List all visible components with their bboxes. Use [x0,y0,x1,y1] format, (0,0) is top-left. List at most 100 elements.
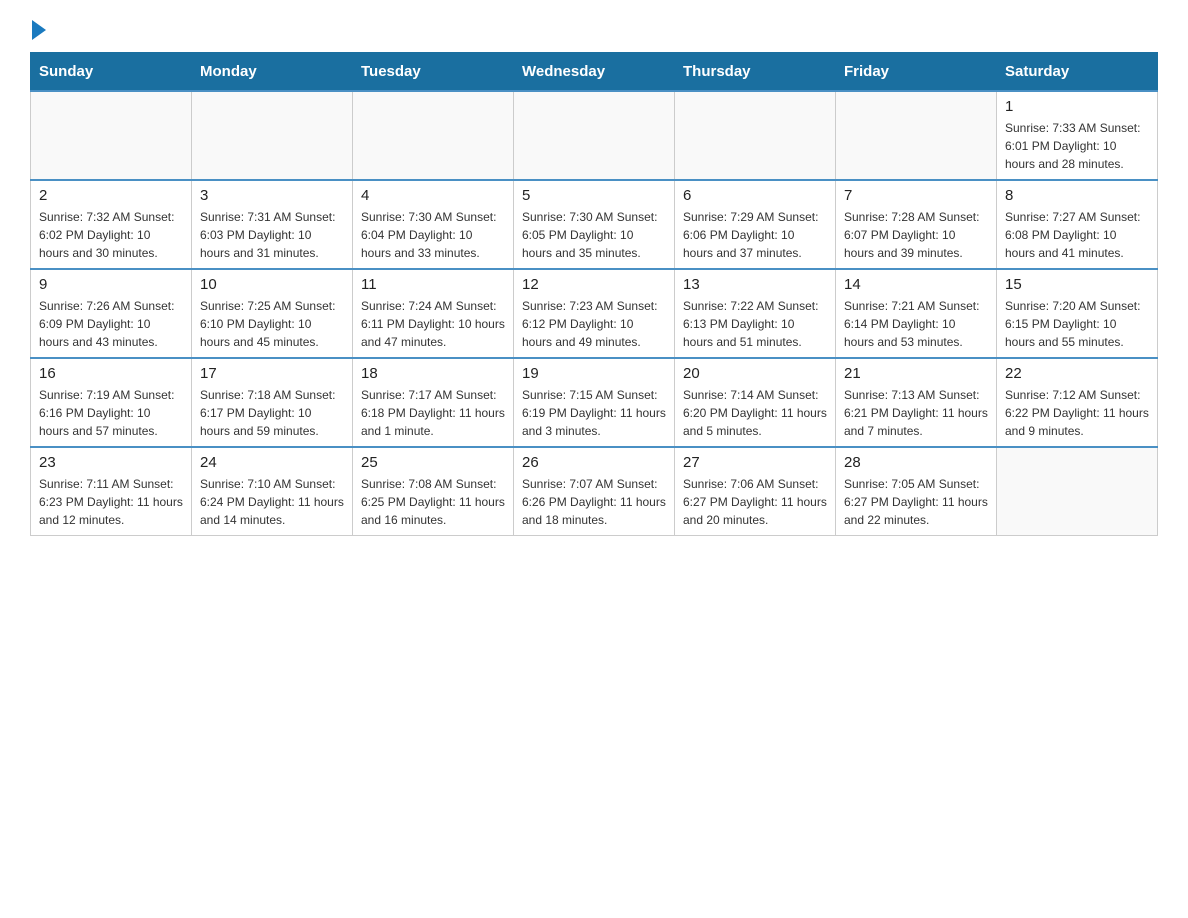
calendar-cell: 24 Sunrise: 7:10 AM Sunset: 6:24 PM Dayli… [192,447,353,536]
weekday-header-wednesday: Wednesday [514,53,675,92]
calendar-week-row: 1 Sunrise: 7:33 AM Sunset: 6:01 PM Daylig… [31,91,1158,180]
calendar-cell: 20 Sunrise: 7:14 AM Sunset: 6:20 PM Dayli… [675,358,836,447]
calendar-cell: 15 Sunrise: 7:20 AM Sunset: 6:15 PM Dayli… [997,269,1158,358]
calendar-cell [675,91,836,180]
calendar-cell: 25 Sunrise: 7:08 AM Sunset: 6:25 PM Dayli… [353,447,514,536]
day-number: 15 [1005,276,1149,293]
day-number: 12 [522,276,666,293]
day-number: 18 [361,365,505,382]
calendar-cell [514,91,675,180]
weekday-header-sunday: Sunday [31,53,192,92]
calendar-cell: 6 Sunrise: 7:29 AM Sunset: 6:06 PM Daylig… [675,180,836,269]
calendar-cell: 19Sunrise: 7:15 AM Sunset: 6:19 PM Dayli… [514,358,675,447]
day-number: 5 [522,187,666,204]
day-number: 16 [39,365,183,382]
calendar-table: SundayMondayTuesdayWednesdayThursdayFrid… [30,52,1158,536]
day-info: Sunrise: 7:32 AM Sunset: 6:02 PM Dayligh… [39,208,183,262]
weekday-header-friday: Friday [836,53,997,92]
day-number: 9 [39,276,183,293]
calendar-cell: 17Sunrise: 7:18 AM Sunset: 6:17 PM Dayli… [192,358,353,447]
calendar-cell: 2 Sunrise: 7:32 AM Sunset: 6:02 PM Daylig… [31,180,192,269]
day-info: Sunrise: 7:21 AM Sunset: 6:14 PM Dayligh… [844,297,988,351]
calendar-cell: 4 Sunrise: 7:30 AM Sunset: 6:04 PM Daylig… [353,180,514,269]
page-header [30,20,1158,36]
day-info: Sunrise: 7:10 AM Sunset: 6:24 PM Dayligh… [200,475,344,529]
day-number: 23 [39,454,183,471]
day-info: Sunrise: 7:05 AM Sunset: 6:27 PM Dayligh… [844,475,988,529]
calendar-cell: 11Sunrise: 7:24 AM Sunset: 6:11 PM Dayli… [353,269,514,358]
day-info: Sunrise: 7:31 AM Sunset: 6:03 PM Dayligh… [200,208,344,262]
day-info: Sunrise: 7:06 AM Sunset: 6:27 PM Dayligh… [683,475,827,529]
calendar-cell: 8 Sunrise: 7:27 AM Sunset: 6:08 PM Daylig… [997,180,1158,269]
weekday-header-tuesday: Tuesday [353,53,514,92]
day-info: Sunrise: 7:19 AM Sunset: 6:16 PM Dayligh… [39,386,183,440]
weekday-header-monday: Monday [192,53,353,92]
day-info: Sunrise: 7:27 AM Sunset: 6:08 PM Dayligh… [1005,208,1149,262]
day-number: 25 [361,454,505,471]
day-number: 26 [522,454,666,471]
day-number: 27 [683,454,827,471]
day-info: Sunrise: 7:33 AM Sunset: 6:01 PM Dayligh… [1005,119,1149,173]
weekday-header-saturday: Saturday [997,53,1158,92]
day-number: 7 [844,187,988,204]
day-info: Sunrise: 7:30 AM Sunset: 6:05 PM Dayligh… [522,208,666,262]
calendar-cell: 22 Sunrise: 7:12 AM Sunset: 6:22 PM Dayli… [997,358,1158,447]
day-info: Sunrise: 7:25 AM Sunset: 6:10 PM Dayligh… [200,297,344,351]
calendar-cell [192,91,353,180]
day-number: 28 [844,454,988,471]
day-info: Sunrise: 7:12 AM Sunset: 6:22 PM Dayligh… [1005,386,1149,440]
day-number: 21 [844,365,988,382]
day-info: Sunrise: 7:30 AM Sunset: 6:04 PM Dayligh… [361,208,505,262]
day-info: Sunrise: 7:24 AM Sunset: 6:11 PM Dayligh… [361,297,505,351]
calendar-cell: 14 Sunrise: 7:21 AM Sunset: 6:14 PM Dayli… [836,269,997,358]
weekday-header-thursday: Thursday [675,53,836,92]
calendar-cell [31,91,192,180]
logo-triangle-icon [32,20,46,40]
day-info: Sunrise: 7:13 AM Sunset: 6:21 PM Dayligh… [844,386,988,440]
day-number: 14 [844,276,988,293]
day-info: Sunrise: 7:29 AM Sunset: 6:06 PM Dayligh… [683,208,827,262]
day-number: 20 [683,365,827,382]
day-info: Sunrise: 7:08 AM Sunset: 6:25 PM Dayligh… [361,475,505,529]
day-number: 24 [200,454,344,471]
calendar-week-row: 2 Sunrise: 7:32 AM Sunset: 6:02 PM Daylig… [31,180,1158,269]
day-info: Sunrise: 7:22 AM Sunset: 6:13 PM Dayligh… [683,297,827,351]
calendar-cell: 27 Sunrise: 7:06 AM Sunset: 6:27 PM Dayli… [675,447,836,536]
day-number: 13 [683,276,827,293]
day-number: 6 [683,187,827,204]
calendar-cell [836,91,997,180]
day-info: Sunrise: 7:14 AM Sunset: 6:20 PM Dayligh… [683,386,827,440]
calendar-cell [997,447,1158,536]
day-number: 2 [39,187,183,204]
calendar-cell: 9 Sunrise: 7:26 AM Sunset: 6:09 PM Daylig… [31,269,192,358]
day-info: Sunrise: 7:20 AM Sunset: 6:15 PM Dayligh… [1005,297,1149,351]
logo [30,20,46,36]
day-info: Sunrise: 7:28 AM Sunset: 6:07 PM Dayligh… [844,208,988,262]
day-number: 8 [1005,187,1149,204]
calendar-cell: 3 Sunrise: 7:31 AM Sunset: 6:03 PM Daylig… [192,180,353,269]
calendar-cell: 10Sunrise: 7:25 AM Sunset: 6:10 PM Dayli… [192,269,353,358]
day-info: Sunrise: 7:18 AM Sunset: 6:17 PM Dayligh… [200,386,344,440]
calendar-cell: 28 Sunrise: 7:05 AM Sunset: 6:27 PM Dayli… [836,447,997,536]
day-number: 4 [361,187,505,204]
day-number: 3 [200,187,344,204]
day-info: Sunrise: 7:11 AM Sunset: 6:23 PM Dayligh… [39,475,183,529]
calendar-header-row: SundayMondayTuesdayWednesdayThursdayFrid… [31,53,1158,92]
calendar-cell: 12Sunrise: 7:23 AM Sunset: 6:12 PM Dayli… [514,269,675,358]
day-number: 19 [522,365,666,382]
calendar-week-row: 16 Sunrise: 7:19 AM Sunset: 6:16 PM Dayli… [31,358,1158,447]
calendar-cell: 18 Sunrise: 7:17 AM Sunset: 6:18 PM Dayli… [353,358,514,447]
calendar-cell: 23 Sunrise: 7:11 AM Sunset: 6:23 PM Dayli… [31,447,192,536]
calendar-cell: 13 Sunrise: 7:22 AM Sunset: 6:13 PM Dayli… [675,269,836,358]
calendar-cell: 7 Sunrise: 7:28 AM Sunset: 6:07 PM Daylig… [836,180,997,269]
day-number: 22 [1005,365,1149,382]
calendar-cell: 5 Sunrise: 7:30 AM Sunset: 6:05 PM Daylig… [514,180,675,269]
day-number: 1 [1005,98,1149,115]
calendar-cell [353,91,514,180]
calendar-cell: 16 Sunrise: 7:19 AM Sunset: 6:16 PM Dayli… [31,358,192,447]
day-info: Sunrise: 7:17 AM Sunset: 6:18 PM Dayligh… [361,386,505,440]
day-info: Sunrise: 7:26 AM Sunset: 6:09 PM Dayligh… [39,297,183,351]
calendar-week-row: 23 Sunrise: 7:11 AM Sunset: 6:23 PM Dayli… [31,447,1158,536]
calendar-cell: 1 Sunrise: 7:33 AM Sunset: 6:01 PM Daylig… [997,91,1158,180]
day-info: Sunrise: 7:07 AM Sunset: 6:26 PM Dayligh… [522,475,666,529]
